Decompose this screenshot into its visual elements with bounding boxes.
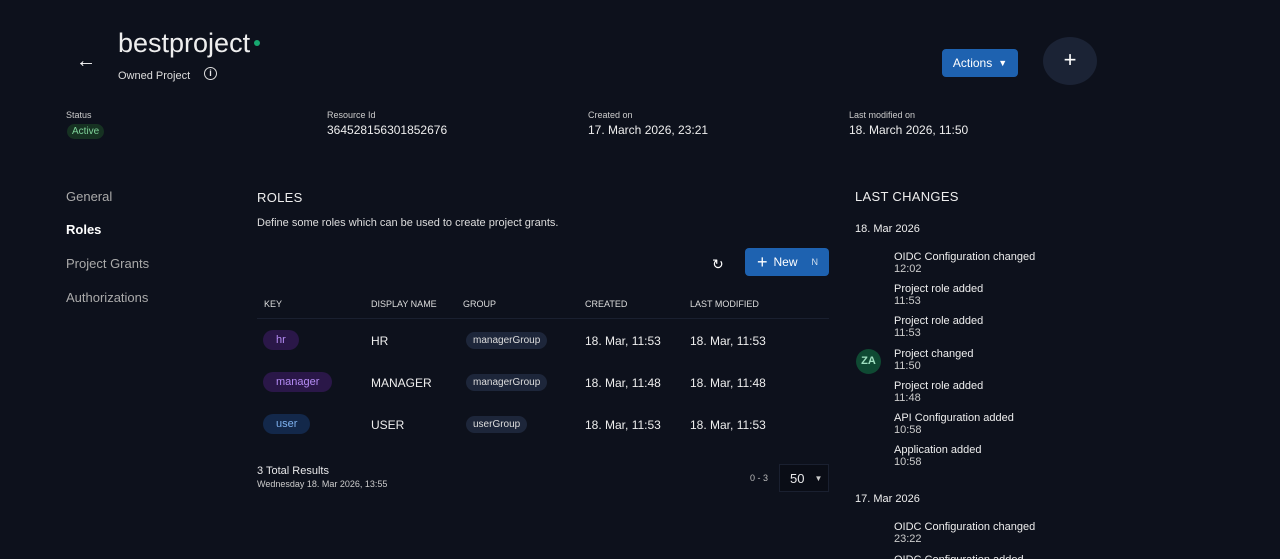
change-event: Project role added 11:53 [894,283,983,307]
info-icon[interactable]: i [204,67,217,80]
nav-roles[interactable]: Roles [66,222,101,237]
page-range: 0 - 3 [750,473,769,483]
event-text: Application added [894,444,982,457]
event-text: Project role added [894,315,984,328]
avatar: ZA [856,349,881,374]
event-text: OIDC Configuration changed [894,521,1036,534]
page-size-value: 50 [790,470,805,486]
actions-button[interactable]: Actions ▼ [942,49,1018,77]
change-event: Application added 10:58 [894,444,981,468]
results-timestamp: Wednesday 18. Mar 2026, 13:55 [257,479,388,489]
change-event: Project role added 11:48 [894,380,983,404]
change-date: 18. Mar 2026 [855,223,920,235]
shortcut-hint: N [811,257,819,267]
event-text: OIDC Configuration changed [894,251,1036,263]
project-type: Owned Project [118,70,191,82]
group-chip: userGroup [466,416,528,433]
display-name: HR [371,334,389,348]
column-created[interactable]: CREATED [585,299,627,309]
created-value: 17. March 2026, 23:21 [588,123,709,137]
page-title: bestproject [118,28,251,58]
nav-project-grants[interactable]: Project Grants [66,256,149,271]
event-text: OIDC Configuration added [894,554,1024,559]
resource-id-value: 364528156301852676 [327,123,448,137]
plus-icon: + [757,251,768,272]
change-event: API Configuration added 10:58 [894,412,1014,436]
modified-date: 18. Mar, 11:48 [690,376,766,390]
event-time: 11:53 [894,327,921,340]
event-text: Project changed [894,347,974,360]
created-date: 18. Mar, 11:53 [585,418,661,432]
new-role-button[interactable]: + New N [745,248,829,276]
resource-id-label: Resource Id [327,110,376,120]
role-key-chip: hr [263,330,299,350]
display-name: MANAGER [371,376,432,390]
page-size-select[interactable]: 50 ▼ [779,464,829,492]
modified-date: 18. Mar, 11:53 [690,334,766,348]
plus-icon: + [1063,47,1077,72]
roles-title: ROLES [257,190,303,205]
event-time: 10:58 [894,424,922,436]
event-time: 11:53 [894,295,921,308]
column-key[interactable]: KEY [264,299,282,309]
total-results: 3 Total Results [257,465,329,477]
created-label: Created on [588,110,633,120]
group-chip: managerGroup [466,332,548,349]
last-changes-title: LAST CHANGES [855,189,959,204]
nav-authorizations[interactable]: Authorizations [66,290,148,305]
change-date: 17. Mar 2026 [855,493,920,506]
chevron-down-icon: ▼ [998,58,1008,68]
event-text: API Configuration added [894,412,1014,424]
column-display-name[interactable]: DISPLAY NAME [371,299,437,309]
event-text: Project role added [894,283,984,296]
change-event: OIDC Configuration added [894,554,1024,559]
status-label: Status [66,110,92,120]
add-button[interactable]: + [1043,37,1097,85]
event-time: 23:22 [894,533,922,546]
created-date: 18. Mar, 11:48 [585,376,661,390]
event-time: 11:50 [894,359,921,372]
refresh-icon[interactable]: ↻ [712,256,724,273]
modified-label: Last modified on [849,110,916,120]
group-chip: managerGroup [466,374,548,391]
divider [257,318,829,319]
new-label: New [773,255,798,269]
column-group[interactable]: GROUP [463,299,496,309]
event-text: Project role added [894,379,984,392]
event-time: 11:48 [894,391,921,404]
caret-down-icon: ▼ [814,473,823,483]
role-key-chip: manager [263,372,333,392]
status-dot [254,40,260,46]
nav-general[interactable]: General [66,189,112,204]
modified-date: 18. Mar, 11:53 [690,418,766,432]
modified-value: 18. March 2026, 11:50 [849,123,969,137]
status-badge: Active [67,124,105,139]
change-event: Project changed 11:50 [894,348,974,372]
event-time: 10:58 [894,456,922,469]
event-time: 12:02 [894,263,922,275]
change-event: OIDC Configuration changed 12:02 [894,251,1035,275]
back-arrow-icon[interactable]: ← [76,50,96,73]
display-name: USER [371,418,405,432]
change-event: Project role added 11:53 [894,315,983,339]
change-event: OIDC Configuration changed 23:22 [894,521,1035,545]
actions-label: Actions [952,56,993,70]
created-date: 18. Mar, 11:53 [585,334,661,348]
column-last-modified[interactable]: LAST MODIFIED [690,299,759,309]
role-key-chip: user [263,414,311,434]
roles-description: Define some roles which can be used to c… [257,217,559,229]
